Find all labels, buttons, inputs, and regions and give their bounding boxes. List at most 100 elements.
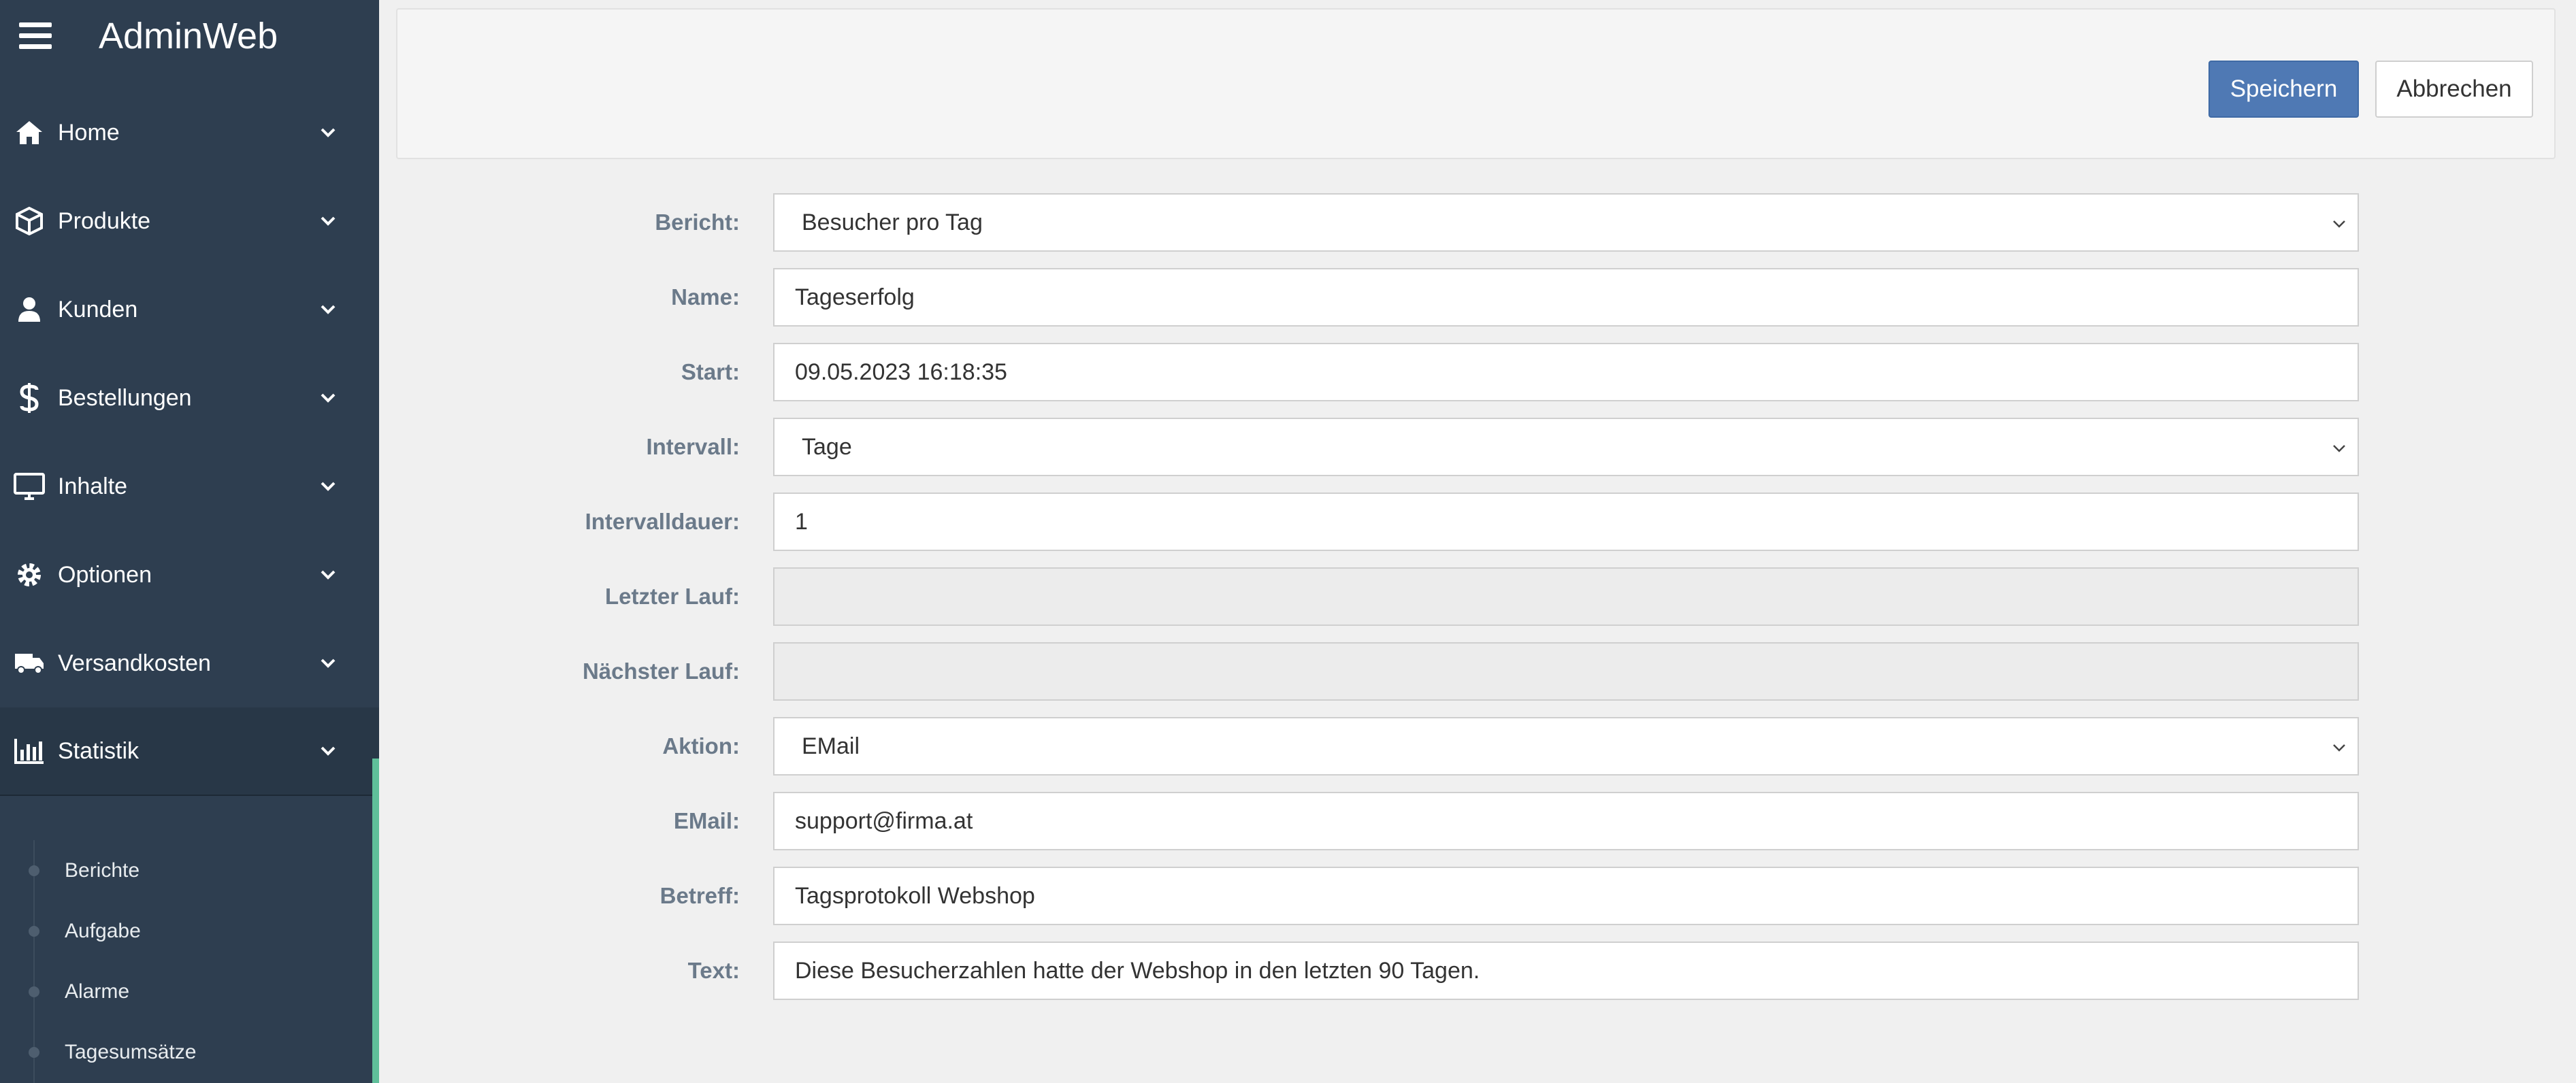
text-value: Diese Besucherzahlen hatte der Webshop i… [795,957,1480,984]
text-label: Text: [687,958,740,983]
form-row-name: Name: Tageserfolg [379,268,2576,327]
sidebar-subitem-label: Tagesumsätze [65,1040,197,1063]
chevron-down-icon [2333,744,2345,752]
box-icon [12,204,46,238]
submenu-statistik: Berichte Aufgabe Alarme Tagesumsätze [0,840,372,1082]
email-value: support@firma.at [795,807,973,834]
sidebar-item-statistik[interactable]: Statistik [0,707,379,796]
chevron-down-icon [321,659,336,668]
form-row-naechster-lauf: Nächster Lauf: [379,642,2576,701]
sidebar-subitem-alarme[interactable]: Alarme [0,961,372,1022]
aktion-select[interactable]: EMail [773,717,2359,776]
action-bar: Speichern Abbrechen [396,8,2556,159]
start-label: Start: [681,359,740,384]
chevron-down-icon [321,746,336,756]
sidebar-item-label: Home [58,119,120,146]
save-button[interactable]: Speichern [2208,61,2359,118]
bar-chart-icon [12,734,46,768]
user-icon [12,293,46,327]
form-row-email: EMail: support@firma.at [379,792,2576,850]
chevron-down-icon [321,393,336,403]
sidebar-subitem-berichte[interactable]: Berichte [0,840,372,901]
bericht-select[interactable]: Besucher pro Tag [773,193,2359,252]
sidebar-subitem-label: Alarme [65,980,130,1003]
bullet-icon [29,925,39,937]
sidebar-subitem-aufgabe[interactable]: Aufgabe [0,901,372,961]
sidebar-item-home[interactable]: Home [0,88,379,177]
start-field[interactable]: 09.05.2023 16:18:35 [773,343,2359,401]
sidebar-item-label: Optionen [58,561,152,588]
form-row-intervall: Intervall: Tage [379,418,2576,476]
intervall-label: Intervall: [646,434,740,459]
aktion-label: Aktion: [662,733,740,759]
bericht-label: Bericht: [655,210,740,235]
intervall-value: Tage [802,433,852,460]
email-label: EMail: [673,808,740,833]
chevron-down-icon [321,570,336,580]
sidebar-item-label: Kunden [58,296,138,322]
chevron-down-icon [321,216,336,226]
aktion-value: EMail [802,733,860,759]
dollar-icon [12,381,46,415]
form-row-letzter-lauf: Letzter Lauf: [379,567,2576,626]
hamburger-menu-icon[interactable] [19,22,52,50]
name-field[interactable]: Tageserfolg [773,268,2359,327]
betreff-value: Tagsprotokoll Webshop [795,882,1035,909]
sidebar-item-versandkosten[interactable]: Versandkosten [0,619,379,707]
email-field[interactable]: support@firma.at [773,792,2359,850]
name-label: Name: [671,284,740,310]
sidebar-item-label: Statistik [58,737,140,764]
sidebar-subitem-label: Berichte [65,859,140,882]
bullet-icon [29,865,39,876]
intervalldauer-label: Intervalldauer: [585,509,740,534]
intervalldauer-value: 1 [795,508,808,535]
letzter-lauf-label: Letzter Lauf: [605,584,740,609]
bullet-icon [29,986,39,997]
sidebar-item-inhalte[interactable]: Inhalte [0,442,379,531]
active-section-accent [372,759,379,1083]
chevron-down-icon [321,482,336,491]
betreff-field[interactable]: Tagsprotokoll Webshop [773,867,2359,925]
betreff-label: Betreff: [659,883,740,908]
form-row-bericht: Bericht: Besucher pro Tag [379,193,2576,252]
chevron-down-icon [321,128,336,137]
sidebar-item-optionen[interactable]: Optionen [0,531,379,619]
intervall-select[interactable]: Tage [773,418,2359,476]
truck-icon [12,646,46,680]
sidebar-subitem-label: Aufgabe [65,919,141,942]
cancel-button[interactable]: Abbrechen [2375,61,2533,118]
naechster-lauf-field [773,642,2359,701]
form-row-start: Start: 09.05.2023 16:18:35 [379,343,2576,401]
text-field[interactable]: Diese Besucherzahlen hatte der Webshop i… [773,942,2359,1000]
form-row-aktion: Aktion: EMail [379,717,2576,776]
letzter-lauf-field [773,567,2359,626]
sidebar: AdminWeb Home Produkte Kunden Bestellung… [0,0,379,1083]
naechster-lauf-label: Nächster Lauf: [582,659,740,684]
home-icon [12,116,46,150]
form-row-text: Text: Diese Besucherzahlen hatte der Web… [379,942,2576,1000]
monitor-icon [12,469,46,503]
sidebar-item-label: Produkte [58,207,151,234]
sidebar-item-label: Inhalte [58,473,128,499]
form-row-intervalldauer: Intervalldauer: 1 [379,493,2576,551]
chevron-down-icon [2333,220,2345,228]
sidebar-item-label: Versandkosten [58,650,211,676]
sidebar-item-kunden[interactable]: Kunden [0,265,379,354]
gear-icon [12,558,46,592]
app-title: AdminWeb [99,16,278,56]
sidebar-menu: Home Produkte Kunden Bestellungen Inhalt… [0,88,379,796]
main-content: Speichern Abbrechen Bericht: Besucher pr… [379,0,2576,1083]
form-row-betreff: Betreff: Tagsprotokoll Webshop [379,867,2576,925]
sidebar-item-bestellungen[interactable]: Bestellungen [0,354,379,442]
bullet-icon [29,1046,39,1058]
sidebar-item-label: Bestellungen [58,384,192,411]
bericht-value: Besucher pro Tag [802,209,983,235]
intervalldauer-field[interactable]: 1 [773,493,2359,551]
sidebar-item-produkte[interactable]: Produkte [0,177,379,265]
name-value: Tageserfolg [795,284,915,310]
chevron-down-icon [2333,445,2345,452]
sidebar-header: AdminWeb [0,0,379,75]
chevron-down-icon [321,305,336,314]
start-value: 09.05.2023 16:18:35 [795,359,1007,385]
sidebar-subitem-tagesumsaetze[interactable]: Tagesumsätze [0,1022,372,1082]
